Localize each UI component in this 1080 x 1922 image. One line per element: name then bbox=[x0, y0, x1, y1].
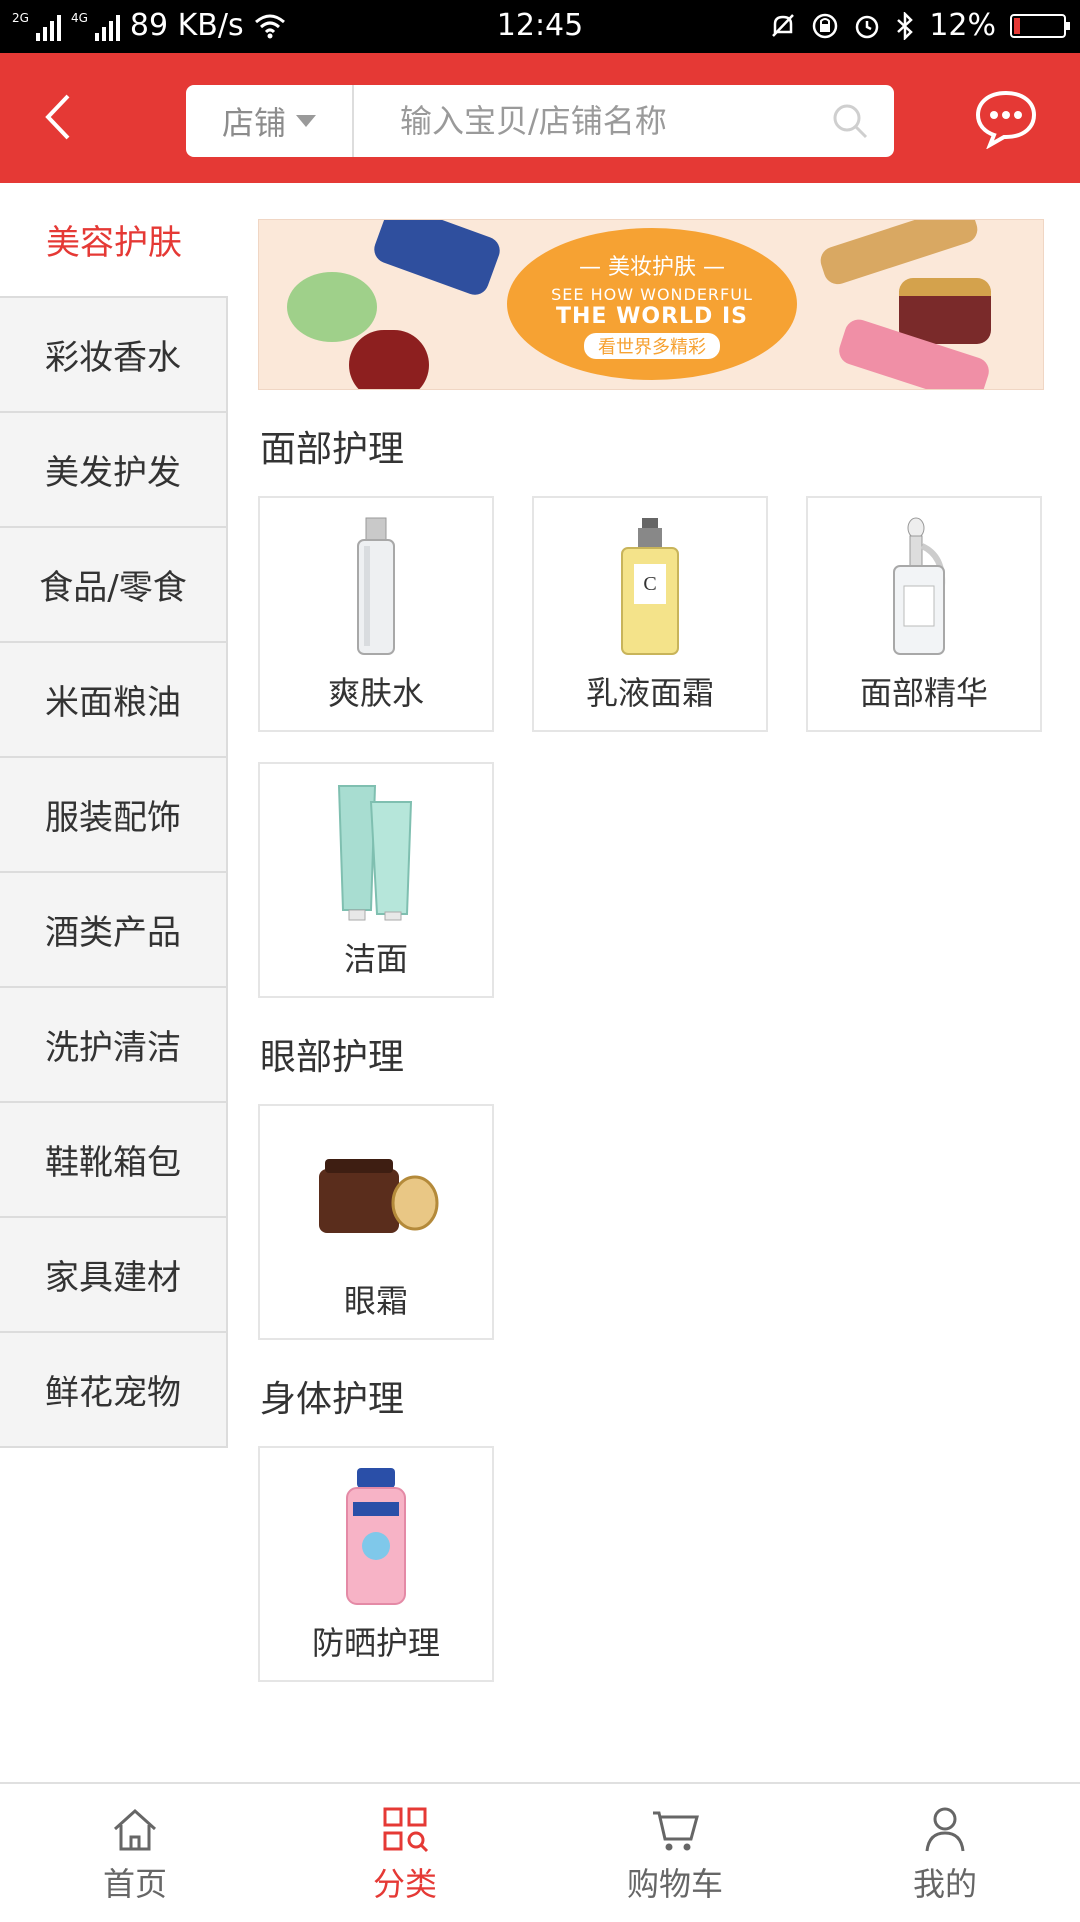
product-card-cleanser[interactable]: 洁面 bbox=[258, 762, 494, 998]
svg-text:C: C bbox=[643, 573, 656, 595]
sunscreen-bottle-icon bbox=[306, 1466, 446, 1606]
tab-label: 首页 bbox=[102, 1865, 167, 1903]
sidebar-item-label: 鞋靴箱包 bbox=[45, 1143, 181, 1183]
product-name: 乳液面霜 bbox=[585, 674, 714, 712]
sidebar-item-beauty-skincare[interactable]: 美容护肤 bbox=[0, 183, 228, 298]
product-card-serum[interactable]: 面部精华 bbox=[806, 496, 1042, 732]
bluetooth-icon bbox=[897, 11, 914, 40]
product-card-eye-cream[interactable]: 眼霜 bbox=[258, 1104, 494, 1340]
top-header: 店铺 bbox=[0, 53, 1080, 183]
cart-icon bbox=[653, 1811, 699, 1851]
banner-subtitle-2: THE WORLD IS bbox=[556, 304, 748, 329]
product-name: 爽肤水 bbox=[327, 674, 424, 712]
eye-cream-jar-icon bbox=[306, 1124, 446, 1264]
sidebar-item-label: 家具建材 bbox=[45, 1258, 181, 1298]
battery-icon bbox=[1010, 13, 1070, 38]
product-grid-body-care: 防晒护理 bbox=[258, 1446, 1044, 1682]
sidebar-item-apparel[interactable]: 服装配饰 bbox=[0, 758, 228, 873]
tab-category[interactable]: 分类 bbox=[270, 1784, 540, 1922]
search-scope-dropdown[interactable]: 店铺 bbox=[186, 85, 354, 157]
sidebar-item-label: 食品/零食 bbox=[39, 568, 187, 608]
tab-label: 购物车 bbox=[626, 1865, 723, 1903]
product-grid-eye-care: 眼霜 bbox=[258, 1104, 1044, 1340]
sidebar-item-label: 米面粮油 bbox=[45, 683, 181, 723]
product-card-lotion[interactable]: C 乳液面霜 bbox=[532, 496, 768, 732]
sidebar-item-label: 服装配饰 bbox=[45, 798, 181, 838]
cleanser-tubes-icon bbox=[306, 782, 446, 922]
tab-label: 我的 bbox=[912, 1865, 977, 1903]
product-name: 眼霜 bbox=[343, 1282, 408, 1320]
mute-bell-icon bbox=[772, 13, 795, 37]
category-sidebar: 美容护肤 彩妆香水 美发护发 食品/零食 米面粮油 服装配饰 酒类产品 洗护清洁… bbox=[0, 183, 228, 1448]
banner-slogan: — 美妆护肤 — SEE HOW WONDERFUL THE WORLD IS … bbox=[507, 228, 797, 380]
product-name: 防晒护理 bbox=[311, 1624, 440, 1662]
promo-banner[interactable]: — 美妆护肤 — SEE HOW WONDERFUL THE WORLD IS … bbox=[258, 219, 1044, 390]
bottom-tab-bar: 首页 分类 购物车 我的 bbox=[0, 1782, 1080, 1922]
sidebar-item-shoes-bags[interactable]: 鞋靴箱包 bbox=[0, 1103, 228, 1218]
search-scope-label: 店铺 bbox=[221, 104, 286, 142]
sidebar-item-furniture[interactable]: 家具建材 bbox=[0, 1218, 228, 1333]
sidebar-item-label: 美发护发 bbox=[45, 453, 181, 493]
tab-profile[interactable]: 我的 bbox=[810, 1784, 1080, 1922]
gold-jar-image bbox=[899, 278, 991, 344]
sidebar-item-label: 鲜花宠物 bbox=[45, 1373, 181, 1413]
category-icon bbox=[383, 1807, 429, 1853]
search-bar: 店铺 bbox=[186, 85, 894, 157]
sidebar-item-food-snacks[interactable]: 食品/零食 bbox=[0, 528, 228, 643]
product-card-sunscreen[interactable]: 防晒护理 bbox=[258, 1446, 494, 1682]
sidebar-item-liquor[interactable]: 酒类产品 bbox=[0, 873, 228, 988]
search-icon[interactable] bbox=[820, 91, 880, 151]
sheet-mask-image bbox=[370, 220, 504, 299]
sidebar-item-grain-oil[interactable]: 米面粮油 bbox=[0, 643, 228, 758]
sidebar-item-makeup-perfume[interactable]: 彩妆香水 bbox=[0, 298, 228, 413]
product-grid-face-care: 爽肤水 C 乳液面霜 面部精华 洁面 bbox=[258, 496, 1044, 998]
banner-title: — 美妆护肤 — bbox=[579, 255, 725, 280]
sidebar-item-flowers-pets[interactable]: 鲜花宠物 bbox=[0, 1333, 228, 1448]
banner-tagline: 看世界多精彩 bbox=[584, 333, 720, 359]
product-name: 洁面 bbox=[343, 940, 408, 978]
status-bar: 2G 4G 89 KB/s 12:45 12% bbox=[0, 0, 1080, 53]
alarm-icon bbox=[856, 15, 879, 38]
battery-percent: 12% bbox=[929, 8, 996, 43]
sidebar-item-haircare[interactable]: 美发护发 bbox=[0, 413, 228, 528]
message-button[interactable] bbox=[970, 83, 1042, 155]
serum-dropper-icon bbox=[854, 516, 994, 656]
sidebar-item-cleaning[interactable]: 洗护清洁 bbox=[0, 988, 228, 1103]
toner-bottle-icon bbox=[306, 516, 446, 656]
category-content: — 美妆护肤 — SEE HOW WONDERFUL THE WORLD IS … bbox=[258, 219, 1044, 1682]
lotion-bottle-icon: C bbox=[580, 516, 720, 656]
chevron-left-icon bbox=[45, 94, 70, 140]
sidebar-item-label: 酒类产品 bbox=[45, 913, 181, 953]
cream-jar-image bbox=[287, 272, 377, 342]
home-icon bbox=[113, 1808, 157, 1851]
tab-label: 分类 bbox=[372, 1865, 437, 1903]
sidebar-item-label: 彩妆香水 bbox=[45, 338, 181, 378]
chat-bubble-icon bbox=[975, 90, 1037, 149]
user-icon bbox=[925, 1807, 965, 1852]
section-title-body-care: 身体护理 bbox=[260, 1379, 405, 1420]
tab-home[interactable]: 首页 bbox=[0, 1784, 270, 1922]
product-card-toner[interactable]: 爽肤水 bbox=[258, 496, 494, 732]
search-input[interactable] bbox=[354, 101, 820, 141]
sidebar-item-label: 洗护清洁 bbox=[45, 1028, 181, 1068]
rotation-lock-icon bbox=[813, 13, 838, 38]
sidebar-item-label: 美容护肤 bbox=[46, 223, 182, 263]
section-title-face-care: 面部护理 bbox=[260, 429, 405, 470]
product-name: 面部精华 bbox=[859, 674, 988, 712]
tab-cart[interactable]: 购物车 bbox=[540, 1784, 810, 1922]
back-button[interactable] bbox=[28, 87, 88, 147]
banner-subtitle-1: SEE HOW WONDERFUL bbox=[551, 285, 753, 304]
dropdown-triangle-icon bbox=[296, 115, 316, 127]
red-bottle-image bbox=[349, 330, 429, 389]
section-title-eye-care: 眼部护理 bbox=[260, 1037, 405, 1078]
